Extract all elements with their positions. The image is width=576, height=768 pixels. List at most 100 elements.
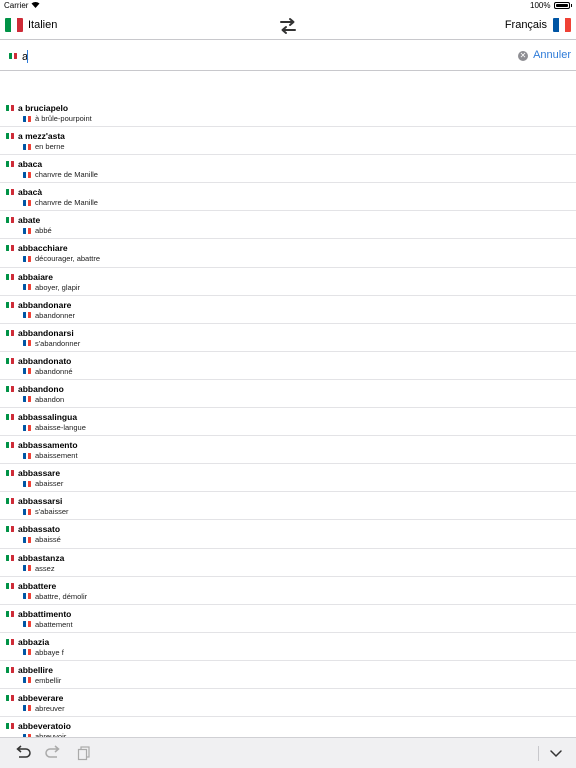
result-translation: abbé: [23, 226, 52, 235]
source-language-button[interactable]: Italien: [5, 18, 57, 32]
italy-flag-icon: [6, 442, 14, 449]
collapse-keyboard-button[interactable]: [547, 745, 565, 761]
result-term: abbassare: [6, 468, 60, 478]
result-row[interactable]: abate abbé: [0, 211, 576, 240]
result-term-text: abbaiare: [18, 271, 53, 282]
result-translation-text: chanvre de Manille: [35, 170, 98, 180]
result-term: abbattere: [6, 581, 56, 591]
redo-button[interactable]: [44, 745, 62, 761]
result-row[interactable]: a mezz'asta en berne: [0, 127, 576, 156]
target-language-button[interactable]: Français: [505, 18, 571, 32]
italy-flag-icon: [6, 385, 14, 392]
france-flag-icon: [23, 227, 31, 234]
status-battery: 100%: [530, 1, 572, 10]
result-translation: abaissé: [23, 535, 61, 544]
result-translation: décourager, abattre: [23, 254, 100, 263]
france-flag-icon: [23, 199, 31, 206]
result-term: a mezz'asta: [6, 131, 65, 141]
result-row[interactable]: abbandonare abandonner: [0, 296, 576, 324]
italy-flag-icon: [5, 18, 23, 32]
result-translation: abaisser: [23, 479, 63, 488]
italy-flag-icon: [6, 189, 14, 196]
results-list[interactable]: a bruciapelo à brûle-pourpoint a mezz'asta…: [0, 99, 576, 737]
italy-flag-icon: [6, 133, 14, 140]
result-row[interactable]: abbacchiare décourager, abattre: [0, 239, 576, 268]
italy-flag-icon: [6, 217, 14, 224]
result-term-text: abbassamento: [18, 440, 78, 451]
result-row[interactable]: abacà chanvre de Manille: [0, 183, 576, 212]
result-term: abbassalingua: [6, 412, 77, 422]
wifi-icon: [31, 1, 40, 10]
france-flag-icon: [23, 705, 31, 712]
result-row[interactable]: abbassato abaissé: [0, 520, 576, 549]
result-term-text: abbastanza: [18, 552, 65, 563]
france-flag-icon: [23, 424, 31, 431]
result-row[interactable]: a bruciapelo à brûle-pourpoint: [0, 99, 576, 128]
result-translation: aboyer, glapir: [23, 283, 80, 292]
result-row[interactable]: abaca chanvre de Manille: [0, 155, 576, 184]
search-bar: ✕ Annuler: [0, 41, 576, 71]
result-term: abbassamento: [6, 440, 78, 450]
app-window: Carrier 100% Italien Français a ✕ Annule…: [0, 0, 576, 768]
result-translation: assez: [23, 564, 55, 573]
result-row[interactable]: abbeverare abreuver: [0, 689, 576, 718]
result-row[interactable]: abbaiare aboyer, glapir: [0, 268, 576, 296]
result-translation: à brûle-pourpoint: [23, 114, 92, 123]
target-language-label: Français: [504, 19, 547, 31]
language-bar: Italien Français: [0, 12, 576, 40]
result-term: abbaiare: [6, 272, 53, 282]
italy-flag-icon: [6, 498, 14, 505]
result-term-text: a bruciapelo: [18, 103, 69, 113]
result-row[interactable]: abbattere abattre, démolir: [0, 577, 576, 605]
result-row[interactable]: abbassarsi s'abaisser: [0, 492, 576, 521]
result-translation-text: abaisser: [35, 479, 64, 489]
france-flag-icon: [23, 255, 31, 262]
result-translation-text: abbé: [35, 226, 52, 236]
result-row[interactable]: abbandonato abandonné: [0, 352, 576, 380]
result-term-text: abbassarsi: [18, 496, 63, 507]
result-translation: abandonné: [23, 367, 73, 376]
result-row[interactable]: abbandono abandon: [0, 380, 576, 409]
italy-flag-icon: [6, 161, 14, 168]
result-translation: chanvre de Manille: [23, 198, 98, 207]
cancel-button[interactable]: Annuler: [533, 49, 571, 61]
result-row[interactable]: abbastanza assez: [0, 549, 576, 577]
search-input[interactable]: [22, 49, 502, 64]
italy-flag-icon: [6, 666, 14, 673]
chevron-down-icon: [550, 750, 562, 758]
result-term-text: abate: [18, 215, 41, 226]
result-row[interactable]: abbattimento abattement: [0, 605, 576, 633]
clear-search-button[interactable]: ✕: [518, 51, 528, 61]
result-translation-text: s'abaisser: [35, 507, 69, 517]
result-translation: abaisse-langue: [23, 423, 86, 432]
italy-flag-icon: [6, 694, 14, 701]
result-translation-text: embellir: [35, 675, 62, 685]
copy-button[interactable]: [75, 745, 93, 761]
france-flag-icon: [23, 171, 31, 178]
status-carrier: Carrier: [4, 1, 40, 10]
undo-icon: [16, 745, 31, 758]
result-term-text: abbeverare: [18, 692, 64, 703]
result-translation-text: décourager, abattre: [35, 254, 101, 264]
result-row[interactable]: abbassare abaisser: [0, 464, 576, 493]
undo-button[interactable]: [14, 745, 32, 761]
swap-languages-button[interactable]: [278, 17, 298, 35]
italy-flag-icon: [6, 414, 14, 421]
france-flag-icon: [23, 396, 31, 403]
result-row[interactable]: abbassalingua abaisse-langue: [0, 408, 576, 437]
result-term-text: abbattimento: [18, 608, 72, 619]
result-row[interactable]: abbassamento abaissement: [0, 436, 576, 465]
result-translation: abattement: [23, 620, 73, 629]
result-row[interactable]: abbandonarsi s'abandonner: [0, 324, 576, 352]
result-term: abbandonarsi: [6, 328, 74, 338]
france-flag-icon: [23, 368, 31, 375]
result-term: abbassato: [6, 524, 60, 534]
result-row[interactable]: abbazia abbaye f: [0, 633, 576, 661]
battery-level-fill: [555, 4, 568, 7]
france-flag-icon: [23, 452, 31, 459]
status-bar: Carrier 100%: [0, 0, 576, 12]
france-flag-icon: [23, 621, 31, 628]
france-flag-icon: [23, 677, 31, 684]
result-row[interactable]: abbeveratoio abreuvoir: [0, 717, 576, 737]
result-row[interactable]: abbellire embellir: [0, 661, 576, 689]
